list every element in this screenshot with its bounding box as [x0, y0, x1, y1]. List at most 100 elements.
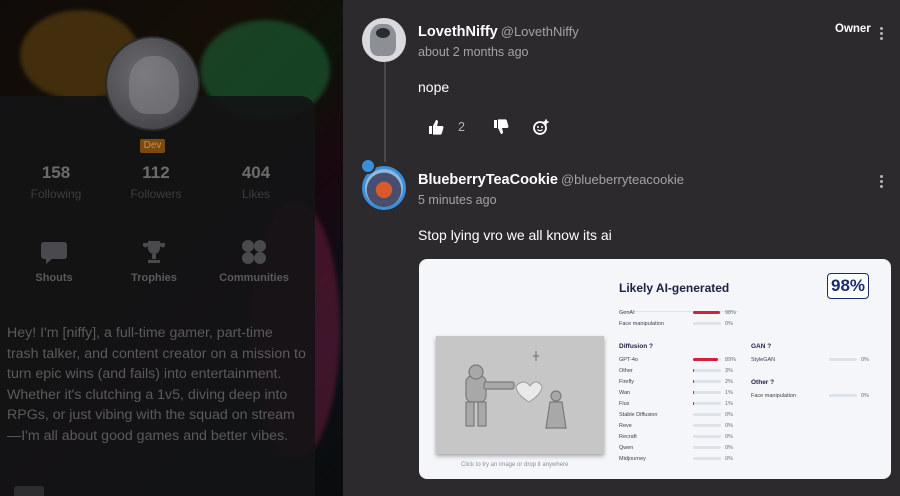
owner-badge: Owner	[835, 23, 871, 35]
detection-row-label: Flux	[619, 401, 630, 407]
commenter-name[interactable]: BlueberryTeaCookie @blueberryteacookie	[418, 172, 684, 188]
more-options-icon[interactable]	[878, 174, 884, 190]
detection-row-bar	[693, 457, 721, 460]
detection-row-bar	[693, 380, 721, 383]
profile-avatar[interactable]	[105, 36, 200, 131]
stat-label: Following	[30, 187, 82, 201]
detection-row-label: StyleGAN	[751, 357, 776, 363]
comment-text: nope	[418, 79, 450, 95]
detection-row-pct: 1%	[725, 390, 733, 396]
profile-tiles: Shouts Trophies Communities	[0, 238, 315, 284]
profile-bio: Hey! I'm [niffy], a full-time gamer, par…	[7, 325, 306, 444]
detection-row-bar	[829, 358, 857, 361]
stat-value: 158	[41, 163, 71, 182]
detection-row-bar	[693, 424, 721, 427]
like-count: 2	[458, 120, 465, 134]
stat-following[interactable]: 158 Following	[6, 163, 106, 201]
detection-title: Likely AI-generated	[619, 281, 730, 295]
tile-label: Communities	[219, 272, 289, 284]
commenter-handle: @LovethNiffy	[500, 24, 579, 39]
tile-shouts[interactable]: Shouts	[4, 238, 104, 284]
detection-row-pct: 98%	[725, 310, 737, 316]
sketch-illustration	[436, 336, 604, 454]
detection-row-pct: 89%	[725, 357, 737, 363]
profile-stats: 158 Following 112 Followers 404 Likes	[0, 163, 315, 201]
detection-row-label: GenAI	[619, 310, 635, 316]
profile-panel: Dev 158 Following 112 Followers 404 Like…	[0, 0, 343, 496]
stat-followers[interactable]: 112 Followers	[106, 163, 206, 201]
detection-row-fill	[693, 369, 694, 372]
detection-row-label: Stable Diffusion	[619, 412, 658, 418]
stat-label: Followers	[130, 187, 182, 201]
detection-row-pct: 0%	[725, 434, 733, 440]
detection-row-fill	[693, 391, 694, 394]
comment-actions: 2	[428, 119, 549, 135]
commenter-avatar[interactable]	[362, 18, 406, 62]
grid-dots-icon	[242, 240, 266, 264]
detection-score: 98%	[827, 273, 869, 299]
other-heading: Other ?	[751, 379, 775, 386]
commenter-display-name: LovethNiffy	[418, 24, 498, 40]
tile-label: Shouts	[35, 272, 73, 284]
gan-heading: GAN ?	[751, 343, 772, 350]
thumbs-down-icon[interactable]	[493, 119, 509, 135]
detection-row-pct: 3%	[725, 368, 733, 374]
detection-row-bar	[693, 311, 721, 314]
detection-row-pct: 0%	[725, 321, 733, 327]
dev-badge: Dev	[140, 139, 165, 153]
stat-likes[interactable]: 404 Likes	[206, 163, 306, 201]
detection-row-pct: 0%	[725, 423, 733, 429]
detection-row-pct: 1%	[725, 401, 733, 407]
thread-line	[384, 62, 386, 162]
detection-row-pct: 2%	[725, 379, 733, 385]
diffusion-heading: Diffusion ?	[619, 343, 653, 350]
detection-row-fill	[693, 402, 694, 405]
detection-row-fill	[693, 380, 694, 383]
detection-row-label: Reve	[619, 423, 632, 429]
thumbs-up-icon[interactable]	[428, 119, 444, 135]
commenter-display-name: BlueberryTeaCookie	[418, 172, 558, 188]
stat-value: 404	[241, 163, 271, 182]
tile-trophies[interactable]: Trophies	[104, 238, 204, 284]
comments-pane: LovethNiffy @LovethNiffy about 2 months a…	[343, 0, 900, 496]
comment-time: about 2 months ago	[418, 45, 529, 59]
comment-time: 5 minutes ago	[418, 193, 497, 207]
detection-row-pct: 0%	[725, 412, 733, 418]
profile-chip[interactable]	[14, 486, 44, 496]
detection-row-label: Midjourney	[619, 456, 646, 462]
detection-row-pct: 0%	[725, 445, 733, 451]
detection-row-bar	[693, 402, 721, 405]
comment-attachment-image[interactable]: Click to try an image or drop it anywher…	[419, 259, 891, 479]
detection-row-label: Face manipulation	[619, 321, 664, 327]
comment-text: Stop lying vro we all know its ai	[418, 227, 612, 243]
attachment-caption: Click to try an image or drop it anywher…	[461, 462, 569, 468]
detection-row-bar	[693, 391, 721, 394]
detection-row-bar	[693, 435, 721, 438]
detection-row-label: Recraft	[619, 434, 637, 440]
trophy-icon	[143, 241, 165, 263]
tile-label: Trophies	[131, 272, 177, 284]
detection-row-bar	[693, 413, 721, 416]
commenter-name[interactable]: LovethNiffy @LovethNiffy	[418, 24, 579, 40]
detection-row-pct: 0%	[861, 393, 869, 399]
detection-row-label: Wan	[619, 390, 631, 396]
attachment-artwork	[436, 336, 604, 454]
more-options-icon[interactable]	[878, 26, 884, 42]
detection-row-bar	[693, 446, 721, 449]
detection-row-label: GPT-4o	[619, 357, 638, 363]
detection-row-bar	[829, 394, 857, 397]
speech-bubble-icon	[41, 242, 67, 264]
add-reaction-icon[interactable]	[533, 119, 549, 135]
detection-row-pct: 0%	[861, 357, 869, 363]
stat-label: Likes	[241, 187, 270, 201]
detection-row-fill	[693, 358, 718, 361]
detection-row-label: Other	[619, 368, 633, 374]
detection-row-bar	[693, 369, 721, 372]
divider	[619, 311, 739, 312]
detection-row-label: Qwen	[619, 445, 634, 451]
detection-row-bar	[693, 358, 721, 361]
verified-badge-icon	[360, 158, 376, 174]
stat-value: 112	[142, 163, 170, 182]
tile-communities[interactable]: Communities	[204, 238, 304, 284]
detection-row-label: Face manipulation	[751, 393, 796, 399]
